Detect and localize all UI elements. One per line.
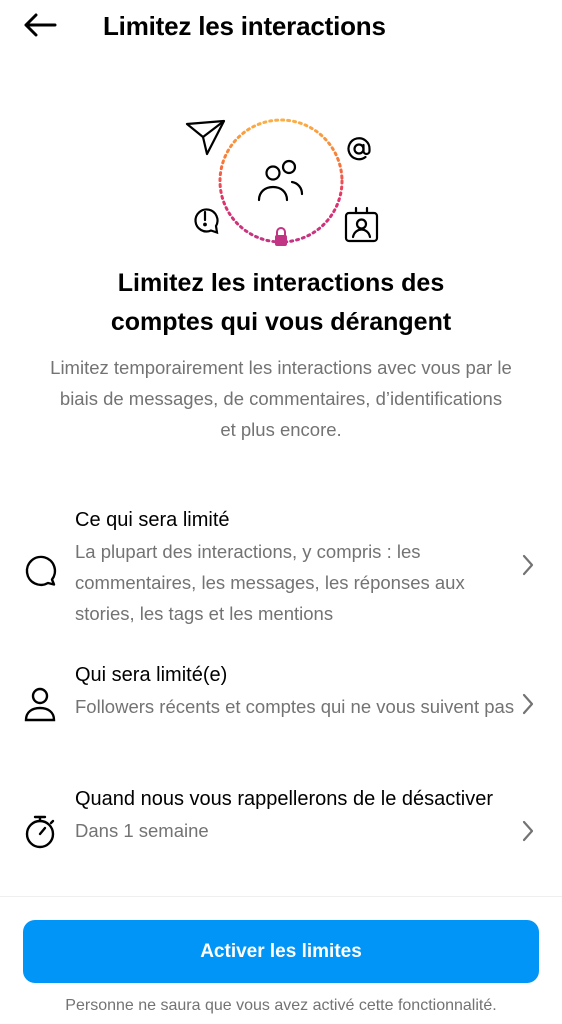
description: Limitez temporairement les interactions … <box>50 357 512 440</box>
option-title: Ce qui sera limité <box>75 509 230 531</box>
arrow-left-icon <box>23 13 57 42</box>
option-description: Followers récents et comptes qui ne vous… <box>75 696 515 717</box>
chevron-right-icon <box>516 692 540 716</box>
top-bar: Limitez les interactions <box>0 0 562 56</box>
chevron-right-icon <box>516 819 540 843</box>
page-title: Limitez les interactions <box>103 11 386 41</box>
contact-card-icon <box>344 206 379 243</box>
option-description: Dans 1 semaine <box>75 820 209 841</box>
hero-illustration <box>180 112 390 252</box>
stopwatch-icon <box>22 814 58 850</box>
footer-note: Personne ne saura que vous avez activé c… <box>65 997 497 1014</box>
send-icon <box>185 119 226 156</box>
back-button[interactable] <box>20 9 60 45</box>
headline: Limitez les interactions des comptes qui… <box>0 264 562 342</box>
chevron-right-icon <box>516 553 540 577</box>
activate-limits-button[interactable]: Activer les limites <box>23 920 539 983</box>
option-row-what-limited[interactable]: Ce qui sera limité La plupart des intera… <box>0 505 562 633</box>
users-icon <box>257 159 304 202</box>
headline-line-1: Limitez les interactions des <box>117 269 445 297</box>
option-row-who-limited[interactable]: Qui sera limité(e) Followers récents et … <box>0 660 562 756</box>
option-description: La plupart des interactions, y compris :… <box>75 541 465 624</box>
alert-bubble-icon <box>194 208 219 235</box>
lock-icon <box>275 227 287 246</box>
option-title: Qui sera limité(e) <box>75 664 228 686</box>
headline-line-2: comptes qui vous dérangent <box>110 308 452 336</box>
comment-icon <box>22 552 58 588</box>
option-title: Quand nous vous rappellerons de le désac… <box>75 788 494 810</box>
divider <box>0 896 562 897</box>
option-row-reminder[interactable]: Quand nous vous rappellerons de le désac… <box>0 784 562 880</box>
at-sign-icon <box>347 137 371 161</box>
gradient-ring <box>218 118 344 244</box>
person-icon <box>22 686 58 722</box>
